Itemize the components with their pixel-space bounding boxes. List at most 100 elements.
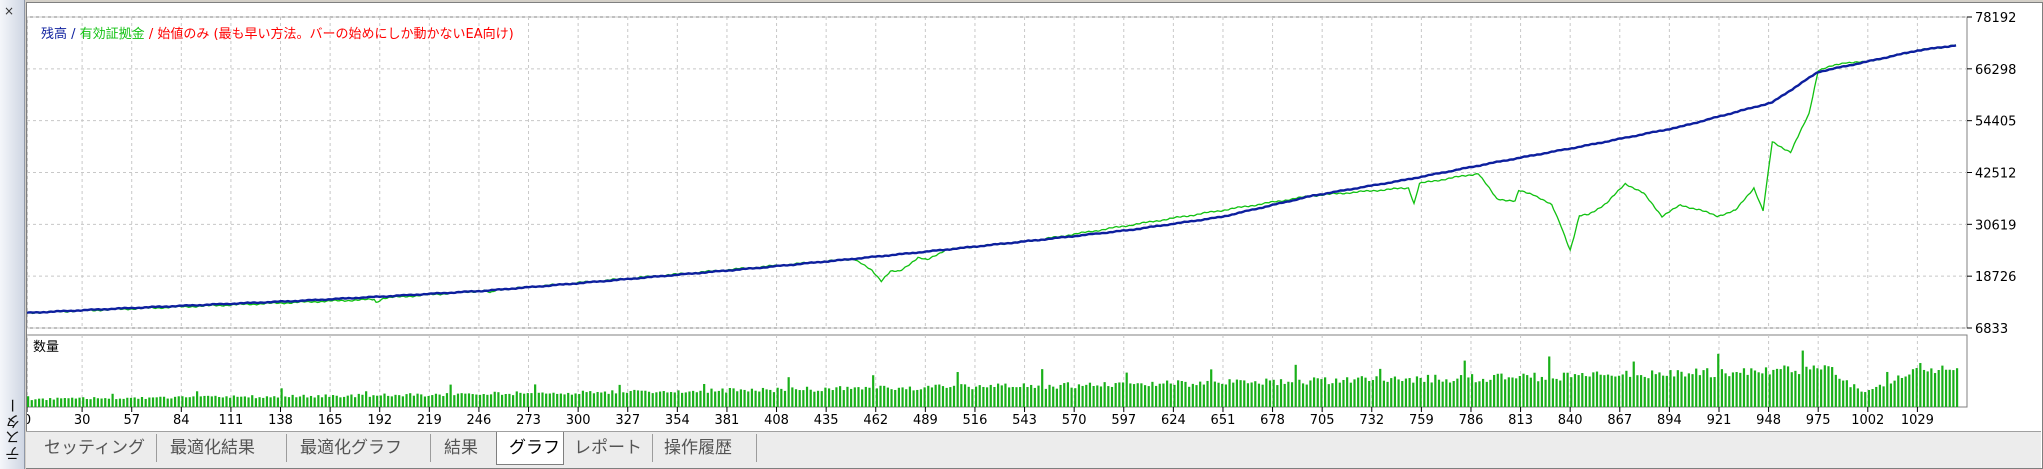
volume-bar xyxy=(442,396,445,407)
volume-bar xyxy=(952,385,956,407)
legend-separator: / xyxy=(144,27,158,42)
volume-bar xyxy=(919,389,923,407)
volume-bar xyxy=(155,397,158,407)
volume-bar xyxy=(1735,372,1738,407)
volume-bar xyxy=(159,396,162,407)
volume-bar xyxy=(974,386,978,407)
volume-bar xyxy=(780,388,783,407)
volume-bar xyxy=(721,388,724,407)
volume-bar xyxy=(251,395,254,407)
volume-bar xyxy=(438,394,441,407)
volume-bar xyxy=(133,397,136,407)
volume-bar xyxy=(1243,380,1246,407)
volume-bar xyxy=(1331,383,1334,407)
volume-bar xyxy=(342,396,346,407)
y-tick-label: 54405 xyxy=(1975,115,2016,130)
volume-bar xyxy=(747,391,750,407)
volume-bar xyxy=(1154,385,1158,407)
volume-bar xyxy=(1518,376,1521,407)
volume-bar xyxy=(1790,372,1793,407)
volume-bar xyxy=(1180,381,1183,407)
volume-bar xyxy=(1937,370,1940,407)
volume-bar xyxy=(1845,380,1848,407)
volume-bar xyxy=(692,390,695,407)
volume-bar xyxy=(497,392,500,407)
tab-journal[interactable]: 操作履歴 xyxy=(652,434,757,462)
volume-bar xyxy=(1088,382,1092,407)
tab-settings[interactable]: セッティング xyxy=(32,434,157,462)
volume-bar xyxy=(232,395,235,407)
volume-bar xyxy=(1316,378,1319,407)
volume-bar xyxy=(365,391,368,407)
volume-bar xyxy=(192,396,195,407)
tab-optimization-results[interactable]: 最適化結果 xyxy=(158,434,287,462)
volume-bar xyxy=(758,391,761,407)
legend-separator: / xyxy=(67,27,80,42)
volume-bar xyxy=(140,396,144,407)
volume-bar xyxy=(1875,386,1878,407)
volume-bar xyxy=(923,387,926,407)
volume-bar xyxy=(1691,374,1694,407)
volume-bar xyxy=(247,397,250,407)
tab-optimization-graph[interactable]: 最適化グラフ xyxy=(288,434,431,462)
volume-bar xyxy=(229,397,232,407)
volume-bar xyxy=(739,389,743,407)
volume-bar xyxy=(379,395,382,407)
volume-bar xyxy=(89,399,92,407)
volume-bar xyxy=(967,386,970,407)
volume-bar xyxy=(581,390,585,407)
volume-bar xyxy=(258,397,261,407)
volume-bar xyxy=(122,398,125,407)
x-tick-label: 570 xyxy=(1062,413,1087,428)
volume-bar xyxy=(1437,379,1441,407)
x-tick-label: 0 xyxy=(27,413,31,428)
volume-bar xyxy=(824,387,827,407)
volume-chart-area: 数量 xyxy=(27,334,1968,408)
volume-bar xyxy=(1228,379,1231,407)
x-tick-label: 840 xyxy=(1558,413,1583,428)
volume-bar xyxy=(809,389,812,407)
volume-bar xyxy=(633,389,636,407)
volume-bar xyxy=(1143,385,1147,407)
volume-bar xyxy=(519,392,522,407)
volume-bar xyxy=(666,392,669,407)
tab-results[interactable]: 結果 xyxy=(432,434,497,462)
volume-bar xyxy=(1797,374,1801,407)
volume-bar xyxy=(453,395,456,407)
volume-bar xyxy=(478,394,482,407)
volume-bar xyxy=(1103,382,1106,407)
volume-bar xyxy=(104,398,107,407)
volume-bar xyxy=(504,394,507,407)
volume-bar xyxy=(831,390,834,407)
volume-bar xyxy=(1897,375,1900,407)
volume-bar xyxy=(1849,387,1852,407)
tab-graph[interactable]: グラフ xyxy=(496,432,564,465)
volume-bar xyxy=(1687,373,1690,407)
volume-bar xyxy=(783,390,787,407)
volume-bar xyxy=(794,389,798,407)
close-icon[interactable]: × xyxy=(4,4,14,18)
volume-bar xyxy=(772,392,776,407)
volume-bar xyxy=(96,398,100,407)
volume-bar xyxy=(1511,377,1514,407)
volume-bar xyxy=(357,393,360,407)
volume-bar xyxy=(1930,368,1933,407)
legend-equity: 有効証拠金 xyxy=(79,27,145,42)
volume-bar xyxy=(1390,378,1393,407)
volume-bar xyxy=(225,396,228,407)
volume-bar xyxy=(1019,387,1022,407)
tab-report[interactable]: レポート xyxy=(562,434,653,462)
volume-bar xyxy=(1393,376,1397,407)
volume-bar xyxy=(214,395,217,407)
volume-bar xyxy=(816,390,820,407)
volume-bar xyxy=(1132,384,1136,407)
volume-bar xyxy=(1011,386,1014,407)
x-tick-label: 435 xyxy=(814,413,839,428)
volume-bar xyxy=(1823,365,1826,407)
volume-bar xyxy=(1614,376,1617,407)
volume-bar xyxy=(1357,377,1360,407)
volume-bar xyxy=(1379,368,1382,407)
volume-bar xyxy=(1224,384,1228,407)
volume-bar xyxy=(611,390,614,407)
volume-bar xyxy=(1202,384,1205,407)
